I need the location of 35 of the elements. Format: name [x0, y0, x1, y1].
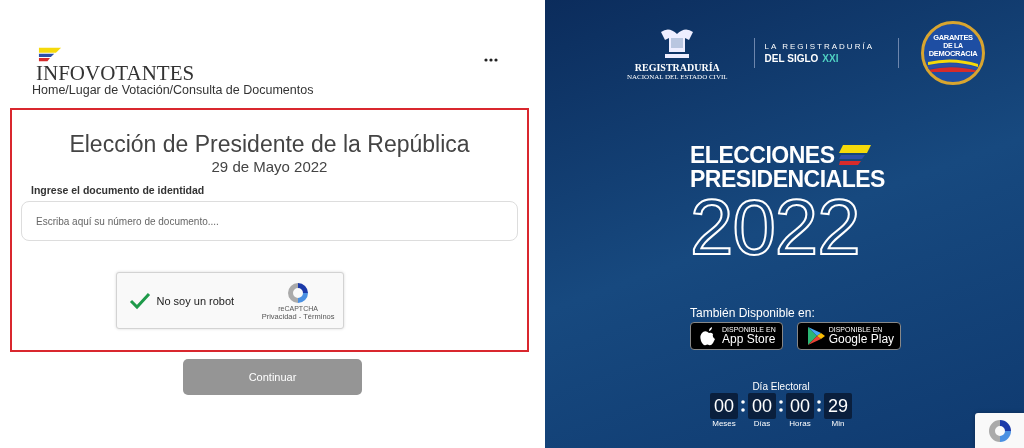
- headline-text: PRESIDENCIALES: [690, 167, 885, 191]
- election-date: 29 de Mayo 2022: [211, 158, 328, 176]
- countdown-unit: Meses: [712, 419, 736, 428]
- countdown-unit: Min: [831, 419, 845, 428]
- countdown-value: 00: [786, 393, 814, 419]
- slogan-line: LA REGISTRADURÍA: [764, 41, 874, 52]
- field-label: Ingrese el documento de identidad: [31, 184, 205, 196]
- form-title: Elección de Presidente de la República: [69, 130, 470, 158]
- countdown-value: 00: [748, 393, 776, 419]
- slogan-accent: XXI: [822, 52, 839, 65]
- election-year: 2022: [690, 191, 860, 263]
- store-name: App Store: [722, 333, 776, 346]
- countdown-value: 00: [710, 393, 738, 419]
- registry-name: REGISTRADURÍA: [634, 61, 720, 73]
- logo-text: INFOVOTANTES: [36, 63, 195, 83]
- flag-icon: [836, 144, 871, 166]
- flag-stripes-icon: [927, 58, 978, 72]
- headline-text: ELECCIONES: [690, 143, 835, 167]
- colon-icon: [779, 400, 783, 412]
- breadcrumb: Home/Lugar de Votación/Consulta de Documentos: [32, 83, 314, 98]
- slogan-line: DEL SIGLO: [764, 52, 819, 65]
- store-name: Google Play: [828, 333, 895, 346]
- more-icon: [484, 58, 498, 62]
- countdown-title: Día Electoral: [752, 380, 810, 393]
- check-icon[interactable]: [128, 290, 153, 311]
- recaptcha-icon: [286, 280, 311, 305]
- colon-icon: [741, 400, 745, 412]
- availability-label: También Disponible en:: [690, 306, 815, 320]
- countdown-value: 29: [824, 393, 852, 419]
- recaptcha-icon: [986, 417, 1013, 444]
- document-input-field[interactable]: Escriba aquí su número de documento....: [21, 201, 518, 241]
- countdown-unit: Horas: [789, 419, 811, 428]
- countdown-unit: Días: [753, 419, 771, 428]
- colon-icon: [817, 400, 821, 412]
- captcha-label: No soy un robot: [156, 294, 236, 307]
